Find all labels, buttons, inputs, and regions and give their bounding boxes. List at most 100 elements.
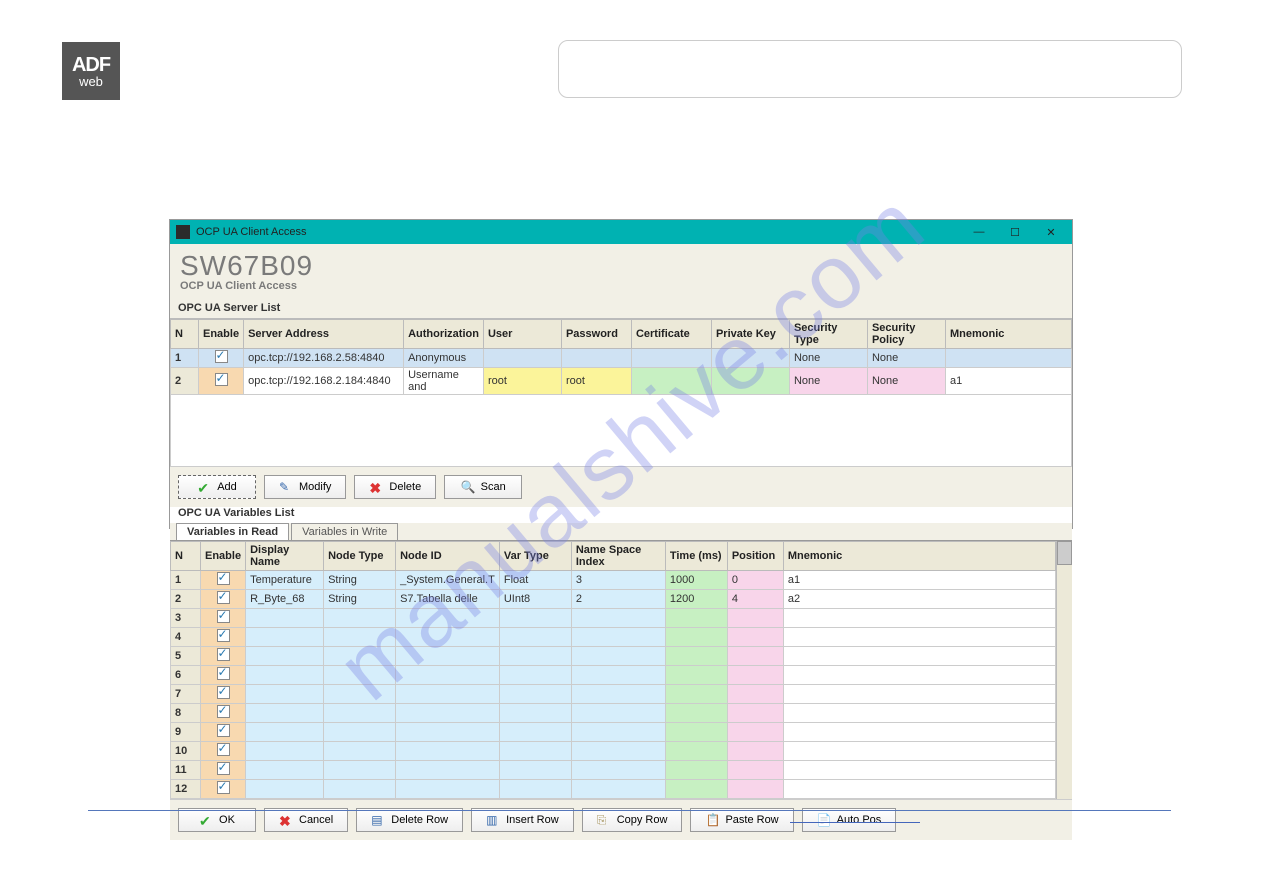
cell-node-type[interactable] xyxy=(324,780,396,799)
insert-row-button[interactable]: ▥Insert Row xyxy=(471,808,574,832)
cell-display-name[interactable] xyxy=(246,609,324,628)
cell-enable[interactable] xyxy=(201,590,246,609)
cell-auth[interactable]: Username and xyxy=(404,368,484,395)
cell-mnemonic[interactable] xyxy=(783,780,1055,799)
cell-position[interactable] xyxy=(727,609,783,628)
delete-row-button[interactable]: ▤Delete Row xyxy=(356,808,463,832)
cell-enable[interactable] xyxy=(201,723,246,742)
modify-button[interactable]: ✎Modify xyxy=(264,475,346,499)
cell-namespace-index[interactable] xyxy=(571,704,665,723)
cell-mnemonic[interactable] xyxy=(783,609,1055,628)
scrollbar-handle[interactable] xyxy=(1057,541,1072,565)
cell-enable[interactable] xyxy=(201,761,246,780)
cell-position[interactable] xyxy=(727,723,783,742)
variable-row[interactable]: 5 xyxy=(171,647,1056,666)
checkbox-icon[interactable] xyxy=(217,572,230,585)
variable-row[interactable]: 10 xyxy=(171,742,1056,761)
cancel-button[interactable]: ✖Cancel xyxy=(264,808,348,832)
checkbox-icon[interactable] xyxy=(217,762,230,775)
cell-position[interactable] xyxy=(727,647,783,666)
auto-pos-button[interactable]: 📄Auto Pos xyxy=(802,808,897,832)
cell-node-id[interactable]: S7.Tabella delle xyxy=(396,590,500,609)
cell-namespace-index[interactable]: 3 xyxy=(571,571,665,590)
cell-time[interactable] xyxy=(665,723,727,742)
cell-enable[interactable] xyxy=(201,704,246,723)
cell-node-id[interactable] xyxy=(396,685,500,704)
cell-enable[interactable] xyxy=(199,368,244,395)
cell-position[interactable] xyxy=(727,704,783,723)
checkbox-icon[interactable] xyxy=(217,686,230,699)
cell-cert[interactable] xyxy=(631,349,711,368)
cell-node-type[interactable]: String xyxy=(324,590,396,609)
delete-button[interactable]: ✖Delete xyxy=(354,475,436,499)
cell-display-name[interactable] xyxy=(246,647,324,666)
cell-node-type[interactable] xyxy=(324,609,396,628)
cell-display-name[interactable]: R_Byte_68 xyxy=(246,590,324,609)
cell-var-type[interactable] xyxy=(499,780,571,799)
cell-mnemonic[interactable] xyxy=(783,761,1055,780)
checkbox-icon[interactable] xyxy=(217,781,230,794)
cell-namespace-index[interactable] xyxy=(571,628,665,647)
cell-node-id[interactable] xyxy=(396,780,500,799)
cell-mnemonic[interactable]: a2 xyxy=(783,590,1055,609)
cell-sectype[interactable]: None xyxy=(789,349,867,368)
cell-node-type[interactable] xyxy=(324,647,396,666)
cell-position[interactable]: 4 xyxy=(727,590,783,609)
cell-node-id[interactable] xyxy=(396,666,500,685)
cell-pkey[interactable] xyxy=(711,368,789,395)
server-row[interactable]: 1 opc.tcp://192.168.2.58:4840 Anonymous … xyxy=(171,349,1072,368)
cell-enable[interactable] xyxy=(201,647,246,666)
cell-node-id[interactable] xyxy=(396,609,500,628)
variable-row[interactable]: 6 xyxy=(171,666,1056,685)
cell-var-type[interactable] xyxy=(499,628,571,647)
cell-display-name[interactable] xyxy=(246,742,324,761)
cell-node-type[interactable] xyxy=(324,742,396,761)
cell-node-id[interactable]: _System.General.T xyxy=(396,571,500,590)
cell-sectype[interactable]: None xyxy=(789,368,867,395)
checkbox-icon[interactable] xyxy=(215,373,228,386)
cell-var-type[interactable] xyxy=(499,704,571,723)
cell-mnemonic[interactable]: a1 xyxy=(783,571,1055,590)
cell-display-name[interactable] xyxy=(246,704,324,723)
cell-display-name[interactable] xyxy=(246,685,324,704)
cell-time[interactable] xyxy=(665,666,727,685)
cell-namespace-index[interactable] xyxy=(571,685,665,704)
cell-time[interactable] xyxy=(665,742,727,761)
checkbox-icon[interactable] xyxy=(217,648,230,661)
variable-row[interactable]: 1TemperatureString_System.General.TFloat… xyxy=(171,571,1056,590)
variable-row[interactable]: 4 xyxy=(171,628,1056,647)
cell-var-type[interactable] xyxy=(499,685,571,704)
cell-node-type[interactable] xyxy=(324,704,396,723)
cell-enable[interactable] xyxy=(199,349,244,368)
cell-node-type[interactable]: String xyxy=(324,571,396,590)
cell-display-name[interactable] xyxy=(246,666,324,685)
cell-time[interactable] xyxy=(665,761,727,780)
variable-row[interactable]: 11 xyxy=(171,761,1056,780)
cell-auth[interactable]: Anonymous xyxy=(404,349,484,368)
variable-row[interactable]: 9 xyxy=(171,723,1056,742)
checkbox-icon[interactable] xyxy=(215,350,228,363)
cell-node-type[interactable] xyxy=(324,761,396,780)
cell-time[interactable] xyxy=(665,647,727,666)
cell-mnemonic[interactable]: a1 xyxy=(945,368,1071,395)
cell-enable[interactable] xyxy=(201,571,246,590)
cell-enable[interactable] xyxy=(201,742,246,761)
paste-row-button[interactable]: 📋Paste Row xyxy=(690,808,793,832)
maximize-button[interactable]: ☐ xyxy=(1000,226,1030,239)
cell-display-name[interactable] xyxy=(246,780,324,799)
cell-cert[interactable] xyxy=(631,368,711,395)
variables-scrollbar[interactable] xyxy=(1056,541,1072,799)
checkbox-icon[interactable] xyxy=(217,743,230,756)
cell-position[interactable] xyxy=(727,685,783,704)
cell-mnemonic[interactable] xyxy=(783,723,1055,742)
cell-var-type[interactable]: UInt8 xyxy=(499,590,571,609)
cell-mnemonic[interactable] xyxy=(783,666,1055,685)
cell-display-name[interactable] xyxy=(246,723,324,742)
cell-enable[interactable] xyxy=(201,685,246,704)
cell-var-type[interactable] xyxy=(499,609,571,628)
checkbox-icon[interactable] xyxy=(217,629,230,642)
variable-row[interactable]: 8 xyxy=(171,704,1056,723)
cell-namespace-index[interactable] xyxy=(571,780,665,799)
cell-time[interactable] xyxy=(665,609,727,628)
cell-var-type[interactable]: Float xyxy=(499,571,571,590)
